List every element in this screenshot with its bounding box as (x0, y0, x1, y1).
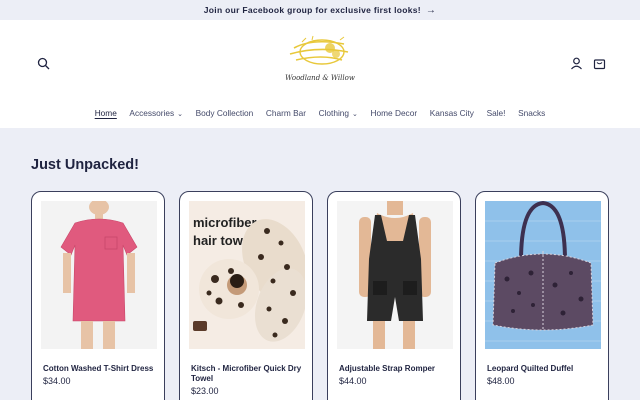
product-card[interactable]: Adjustable Strap Romper $44.00 (327, 191, 461, 400)
product-title[interactable]: Adjustable Strap Romper (339, 364, 453, 374)
announcement-text[interactable]: Join our Facebook group for exclusive fi… (204, 5, 421, 15)
product-grid: Cotton Washed T-Shirt Dress $34.00 micro… (31, 191, 611, 400)
logo-mark (289, 35, 349, 65)
site-header: Woodland & Willow Home Accessories ⌄ Body… (0, 20, 640, 128)
arrow-right-icon: → (425, 4, 437, 16)
product-card[interactable]: Leopard Quilted Duffel $48.00 (475, 191, 609, 400)
product-price: $44.00 (339, 376, 367, 386)
nav-item-sale[interactable]: Sale! (480, 106, 512, 120)
product-image[interactable]: microfiber hair towel. (189, 201, 305, 349)
chevron-down-icon: ⌄ (177, 110, 184, 118)
search-icon[interactable] (35, 55, 51, 71)
towel-label-1: microfiber (193, 215, 257, 230)
product-title[interactable]: Cotton Washed T-Shirt Dress (43, 364, 157, 374)
product-title[interactable]: Kitsch - Microfiber Quick Dry Towel (191, 364, 305, 384)
nav-item-body-collection[interactable]: Body Collection (189, 106, 259, 120)
logo-text: Woodland & Willow (285, 74, 355, 82)
product-card[interactable]: microfiber hair towel. Kitsch - Microfib… (179, 191, 313, 400)
product-price: $34.00 (43, 376, 71, 386)
chevron-down-icon: ⌄ (352, 110, 358, 118)
product-image[interactable] (41, 201, 157, 349)
main-nav: Home Accessories ⌄ Body Collection Charm … (0, 106, 640, 120)
nav-item-accessories[interactable]: Accessories ⌄ (123, 106, 189, 120)
nav-item-home[interactable]: Home (88, 106, 123, 120)
nav-item-home-decor[interactable]: Home Decor (364, 106, 423, 120)
announcement-bar[interactable]: Join our Facebook group for exclusive fi… (0, 0, 640, 20)
brand-logo[interactable]: Woodland & Willow (282, 34, 358, 90)
nav-item-kansas-city[interactable]: Kansas City (423, 106, 480, 120)
product-card[interactable]: Cotton Washed T-Shirt Dress $34.00 (31, 191, 165, 400)
product-title[interactable]: Leopard Quilted Duffel (487, 364, 601, 374)
product-price: $23.00 (191, 386, 219, 396)
product-image[interactable] (337, 201, 453, 349)
product-price: $48.00 (487, 376, 515, 386)
nav-item-clothing[interactable]: Clothing ⌄ (312, 106, 364, 120)
cart-icon[interactable] (591, 55, 607, 71)
section-title: Just Unpacked! (31, 157, 139, 173)
product-image[interactable] (485, 201, 601, 349)
nav-item-snacks[interactable]: Snacks (512, 106, 552, 120)
account-icon[interactable] (568, 55, 584, 71)
nav-item-charm-bar[interactable]: Charm Bar (260, 106, 313, 120)
